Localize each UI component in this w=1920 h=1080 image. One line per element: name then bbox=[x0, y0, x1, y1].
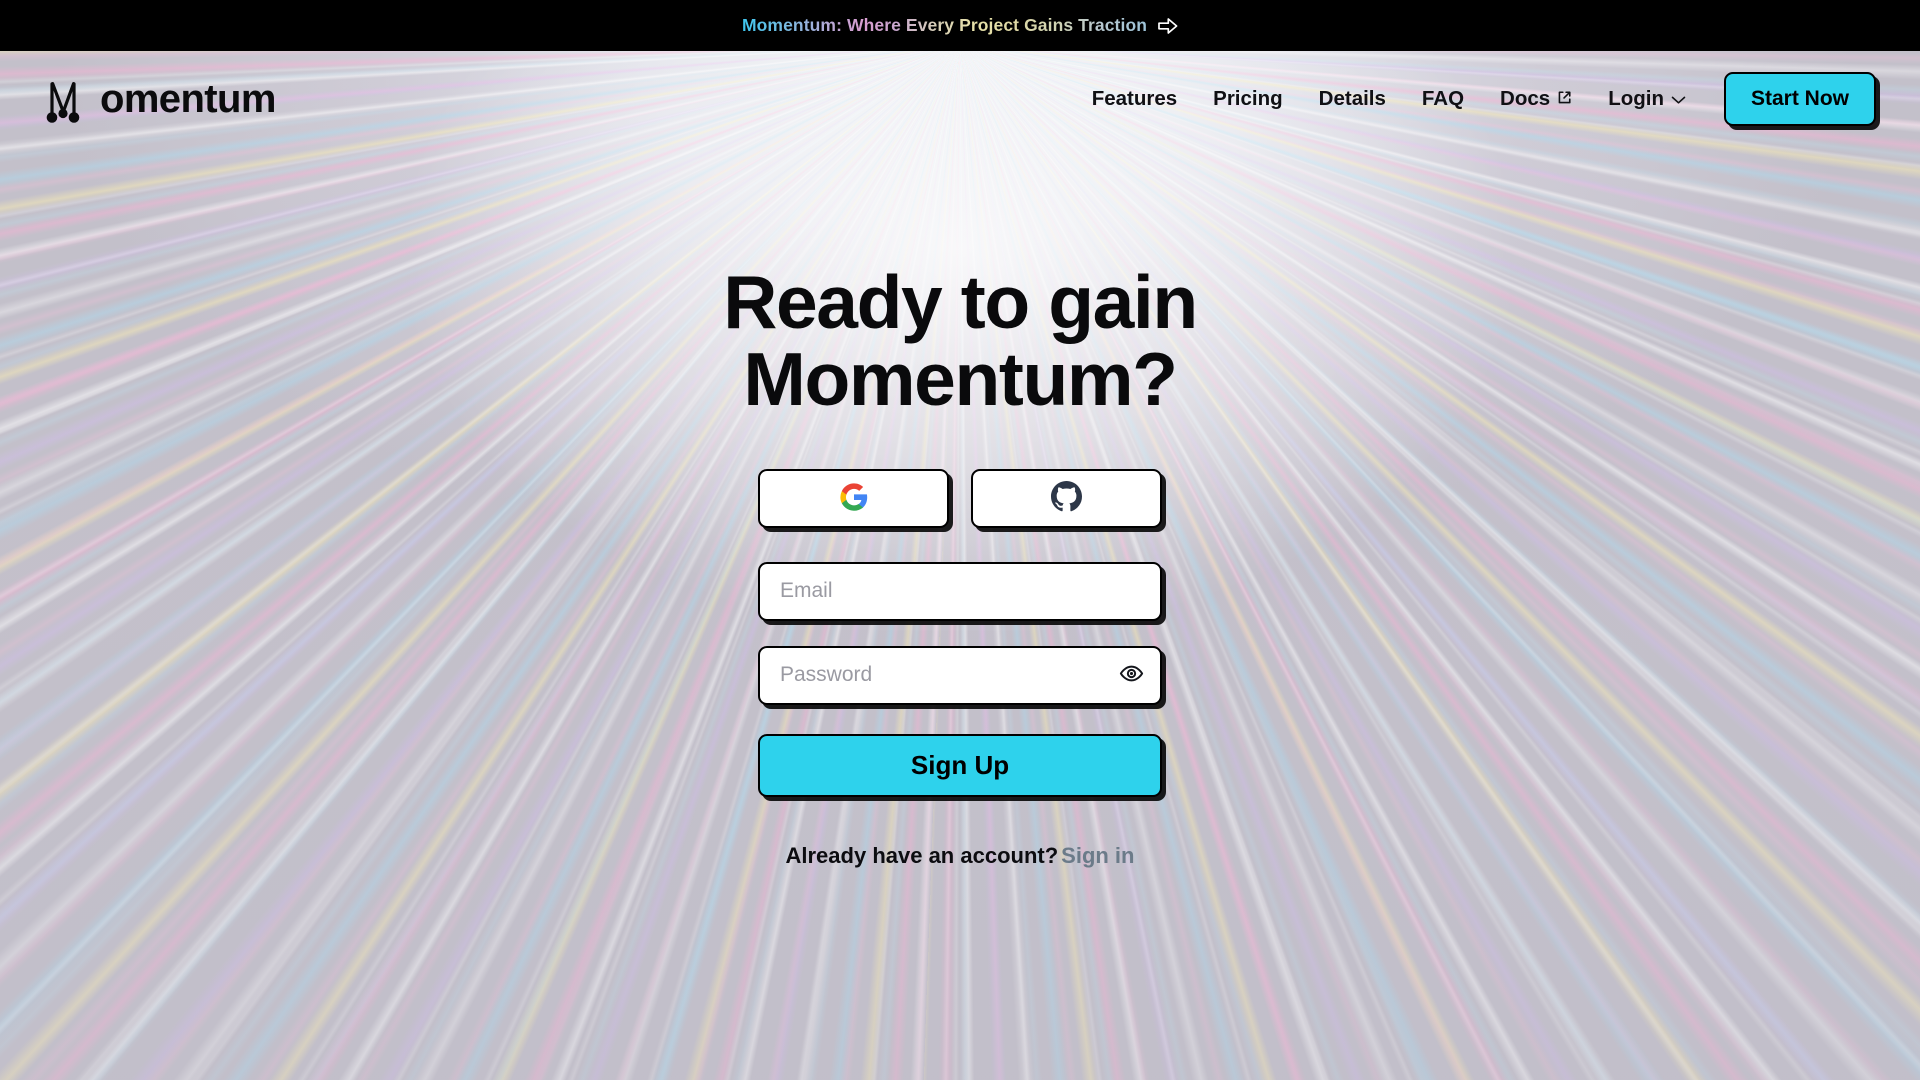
nav-item-pricing[interactable]: Pricing bbox=[1195, 79, 1301, 120]
nav-item-faq[interactable]: FAQ bbox=[1404, 79, 1482, 120]
external-link-icon bbox=[1557, 89, 1572, 110]
eye-icon bbox=[1119, 661, 1144, 689]
start-now-button[interactable]: Start Now bbox=[1723, 72, 1876, 126]
nav-item-docs[interactable]: Docs bbox=[1482, 79, 1590, 120]
signup-form: Sign Up bbox=[758, 468, 1162, 797]
brand-name: omentum bbox=[100, 77, 276, 121]
signin-prompt-row: Already have an account? Sign in bbox=[786, 843, 1135, 869]
announcement-text: Momentum: Where Every Project Gains Trac… bbox=[741, 15, 1148, 35]
announcement-banner[interactable]: Momentum: Where Every Project Gains Trac… bbox=[0, 0, 1920, 51]
announcement-content[interactable]: Momentum: Where Every Project Gains Trac… bbox=[742, 15, 1178, 36]
arrow-right-icon bbox=[1158, 17, 1178, 35]
signin-link[interactable]: Sign in bbox=[1061, 843, 1134, 868]
nav-item-login[interactable]: Login bbox=[1590, 79, 1704, 120]
github-signin-button[interactable] bbox=[971, 468, 1162, 528]
password-input[interactable] bbox=[758, 645, 1162, 705]
hero-section: Ready to gain Momentum? Email Sign Up Al… bbox=[0, 147, 1920, 1080]
nav-item-label: Details bbox=[1318, 86, 1386, 110]
google-icon bbox=[839, 482, 869, 515]
nav-item-label: Pricing bbox=[1213, 86, 1283, 110]
brand-logo[interactable]: omentum bbox=[46, 70, 276, 129]
page-title-line-1: Ready to gain bbox=[723, 260, 1198, 344]
email-field-wrapper bbox=[758, 561, 1162, 621]
email-input[interactable] bbox=[758, 561, 1162, 621]
nav-item-features[interactable]: Features bbox=[1074, 79, 1195, 120]
signup-page: Momentum: Where Every Project Gains Trac… bbox=[0, 0, 1920, 1080]
signup-submit-button[interactable]: Sign Up bbox=[758, 733, 1162, 797]
google-signin-button[interactable] bbox=[758, 468, 949, 528]
main-navigation: Features Pricing Details FAQ Docs Login … bbox=[1074, 72, 1876, 126]
nav-item-label: Docs bbox=[1500, 86, 1551, 110]
signin-prompt-text: Already have an account? bbox=[785, 842, 1059, 868]
nav-item-label: Features bbox=[1091, 86, 1178, 110]
github-icon bbox=[1051, 481, 1082, 515]
nav-item-details[interactable]: Details bbox=[1301, 79, 1404, 120]
momentum-pendulum-logo-icon bbox=[46, 70, 100, 129]
password-field-wrapper bbox=[758, 645, 1162, 705]
page-title: Ready to gain Momentum? bbox=[723, 263, 1198, 422]
nav-item-label: Login bbox=[1608, 86, 1664, 110]
oauth-buttons bbox=[758, 468, 1162, 528]
page-title-line-2: Momentum? bbox=[743, 337, 1178, 422]
toggle-password-visibility-button[interactable] bbox=[1119, 661, 1144, 689]
site-header: omentum Features Pricing Details FAQ Doc… bbox=[0, 51, 1920, 147]
nav-item-label: FAQ bbox=[1421, 86, 1465, 110]
chevron-down-icon bbox=[1671, 89, 1686, 110]
